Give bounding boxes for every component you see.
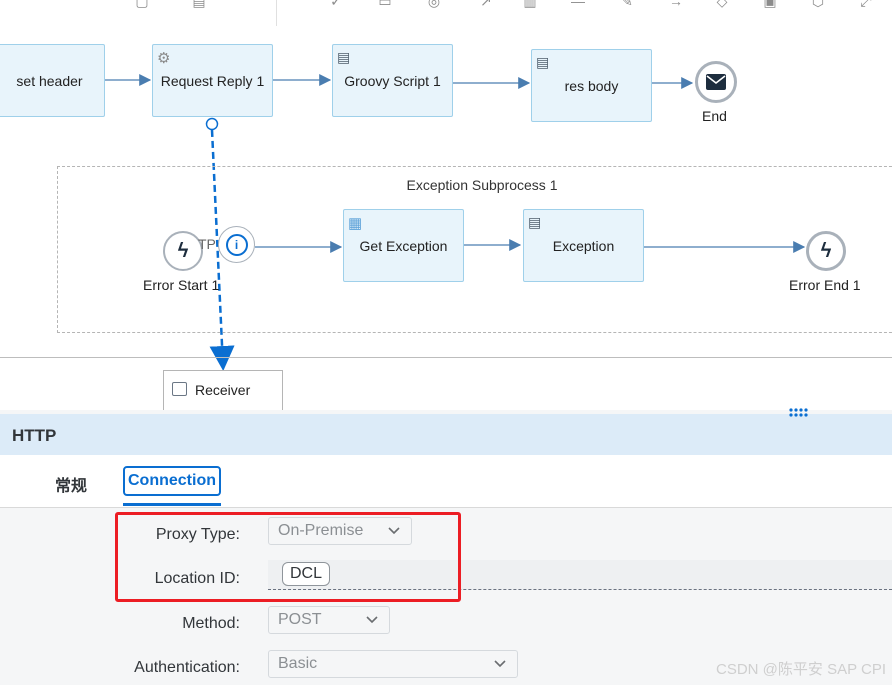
chevron-down-icon [366, 616, 378, 624]
step-set-header[interactable]: set header [0, 44, 105, 117]
toolbar: ▢ ▤ ✓ ▭ ◎ ↗ ▥ — ✎ → ◇ ▣ ⬡ ⤢ [0, 0, 892, 27]
method-select[interactable]: POST [268, 606, 390, 634]
step-label: Request Reply 1 [160, 72, 265, 89]
paste-icon[interactable]: ▤ [191, 0, 207, 8]
chevron-down-icon [494, 660, 506, 668]
gear-icon: ⚙ [157, 50, 171, 67]
arrow-icon[interactable]: ↗ [478, 0, 494, 8]
lock-icon[interactable]: ▣ [762, 0, 778, 8]
info-icon: i [225, 233, 248, 256]
error-start-event[interactable]: ϟ [163, 231, 203, 271]
script-icon: ▤ [536, 54, 550, 70]
lightning-icon: ϟ [177, 239, 189, 262]
delete-icon[interactable]: ▥ [522, 0, 538, 8]
end-event[interactable] [695, 61, 737, 103]
tab-general[interactable]: 常规 [55, 472, 87, 496]
diamond-icon[interactable]: ◇ [714, 0, 730, 8]
error-end-label: Error End 1 [789, 277, 861, 293]
script-icon: ▤ [528, 214, 542, 230]
end-event-label: End [702, 108, 727, 124]
authentication-label: Authentication: [134, 659, 240, 676]
package-icon[interactable]: ⬡ [810, 0, 826, 8]
edit-icon[interactable]: ✎ [619, 0, 635, 8]
receiver-label: Receiver [195, 382, 251, 398]
subprocess-title: Exception Subprocess 1 [406, 177, 558, 193]
tab-connection[interactable]: Connection [123, 466, 221, 496]
content-modifier-icon: ▦ [348, 215, 363, 232]
step-exception[interactable]: ▤ Exception [523, 209, 644, 282]
step-label: res body [564, 77, 619, 94]
lightning-icon: ϟ [820, 239, 832, 262]
highlight-annotation [115, 512, 461, 602]
connection-anchor [205, 117, 219, 131]
connector-label: TP [198, 236, 216, 252]
step-label: Exception [552, 237, 615, 254]
rectangle-icon[interactable]: ▭ [377, 0, 393, 8]
toolbar-divider [276, 0, 277, 26]
step-label: Get Exception [359, 237, 448, 254]
step-res-body[interactable]: ▤ res body [531, 49, 652, 122]
receiver-participant[interactable]: Receiver [163, 370, 283, 410]
panel-header: HTTP [0, 414, 892, 455]
target-icon[interactable]: ◎ [426, 0, 442, 8]
panel-tabs: 常规 Connection [0, 455, 892, 508]
pool-divider [0, 357, 892, 358]
error-start-label: Error Start 1 [143, 277, 220, 293]
tab-active-indicator [123, 503, 221, 506]
expand-icon[interactable]: ⤢ [858, 0, 874, 8]
step-request-reply[interactable]: ⚙ Request Reply 1 [152, 44, 273, 117]
step-groovy-script[interactable]: ▤ Groovy Script 1 [332, 44, 453, 117]
integration-flow-canvas[interactable]: set header ⚙ Request Reply 1 ▤ Groovy Sc… [0, 26, 892, 410]
copy-icon[interactable]: ▢ [134, 0, 150, 8]
step-label: Groovy Script 1 [344, 72, 441, 89]
authentication-select[interactable]: Basic [268, 650, 518, 678]
line-icon[interactable]: — [570, 0, 586, 8]
arrow-right-icon[interactable]: → [668, 0, 684, 8]
check-icon[interactable]: ✓ [328, 0, 344, 8]
resize-grip-icon[interactable] [788, 408, 810, 418]
error-end-event[interactable]: ϟ [806, 231, 846, 271]
script-icon: ▤ [337, 49, 351, 65]
info-marker[interactable]: i [218, 226, 255, 263]
method-value: POST [278, 611, 322, 628]
method-label: Method: [182, 615, 240, 632]
receiver-icon [172, 382, 187, 396]
authentication-value: Basic [278, 655, 318, 672]
watermark: CSDN @陈平安 SAP CPI [716, 661, 886, 678]
envelope-icon [706, 74, 726, 90]
step-get-exception[interactable]: ▦ Get Exception [343, 209, 464, 282]
panel-title: HTTP [12, 426, 57, 445]
step-label: set header [16, 72, 83, 89]
